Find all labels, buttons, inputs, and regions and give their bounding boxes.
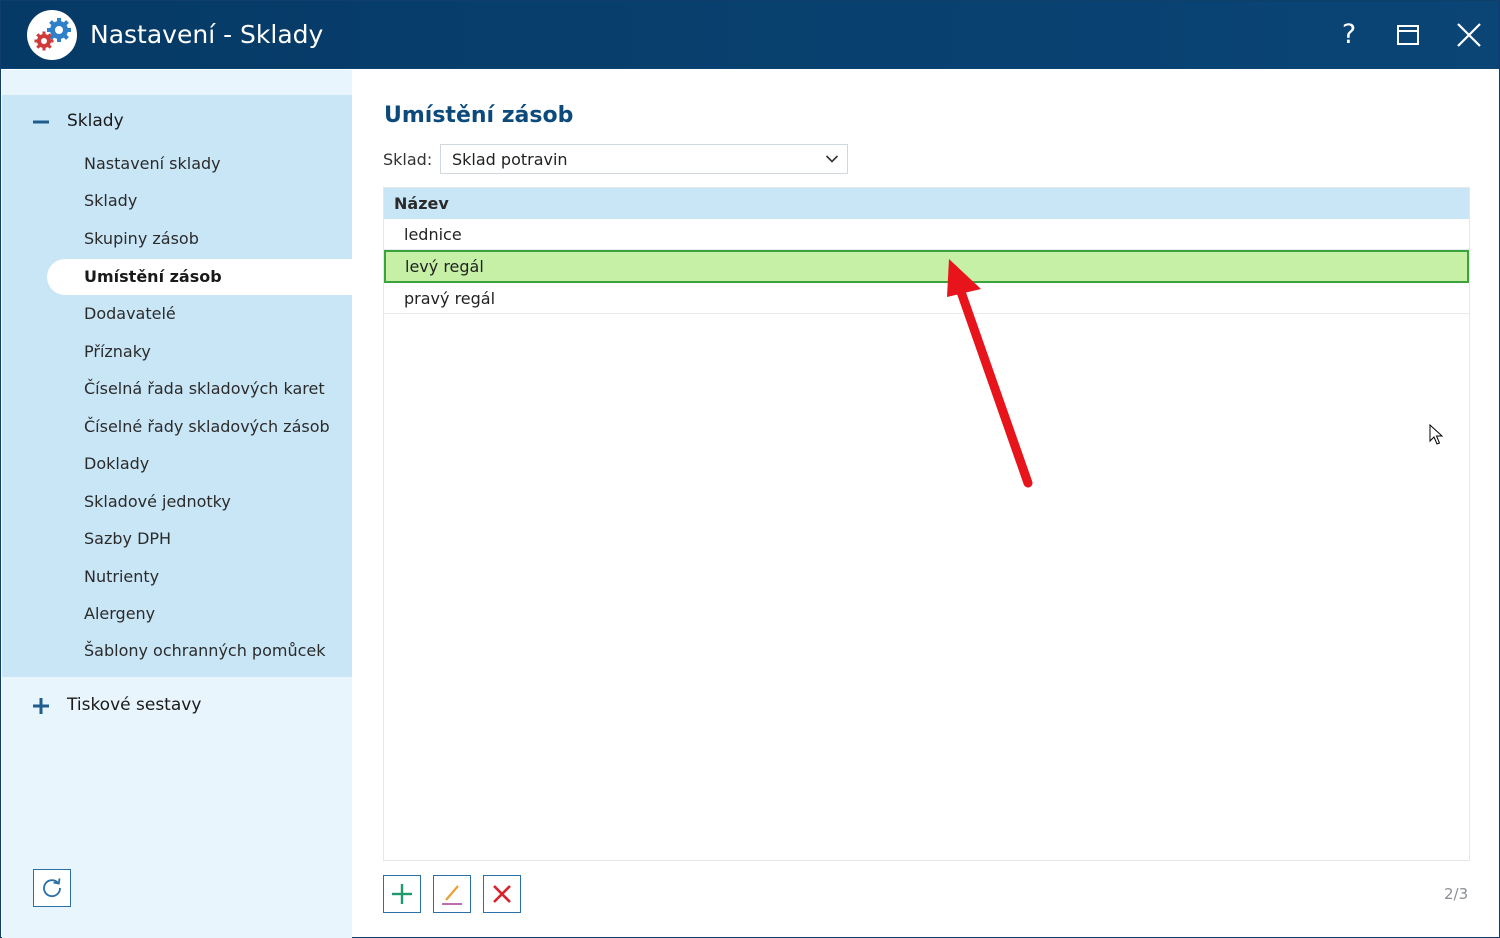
help-icon: ? [1341, 19, 1357, 50]
sidebar-item-label: Nutrienty [84, 567, 160, 586]
close-button[interactable] [1449, 15, 1489, 55]
refresh-button[interactable] [33, 869, 71, 907]
sidebar: Sklady Nastavení sklady Sklady Skupiny z… [2, 70, 352, 938]
sidebar-item-label: Doklady [84, 454, 150, 473]
sidebar-item-label: Sazby DPH [84, 529, 172, 548]
sklad-select[interactable]: Sklad potravin [440, 144, 848, 174]
maximize-button[interactable] [1388, 15, 1428, 55]
annotation-arrow-icon [947, 259, 1033, 488]
sidebar-item-dodavatele[interactable]: Dodavatelé [47, 296, 352, 332]
refresh-icon [43, 878, 61, 898]
chevron-down-icon [825, 155, 839, 163]
main-panel: Umístění zásob Sklad: Sklad potravin Náz… [352, 70, 1499, 938]
sidebar-item-sablony-pomucek[interactable]: Šablony ochranných pomůcek [47, 633, 352, 669]
table-row[interactable]: lednice [384, 219, 1469, 250]
window-title: Nastavení - Sklady [90, 20, 324, 49]
pager: 2/3 [1444, 885, 1469, 903]
sidebar-item-label: Sklady [84, 191, 138, 210]
sidebar-item-label: Nastavení sklady [84, 154, 221, 173]
sidebar-item-nutrienty[interactable]: Nutrienty [47, 559, 352, 595]
sidebar-item-sklady[interactable]: Sklady [47, 183, 352, 219]
help-button[interactable]: ? [1329, 15, 1369, 55]
close-icon [1457, 23, 1481, 47]
table-row-selected[interactable]: levý regál [384, 250, 1469, 283]
group-label: Sklady [67, 111, 124, 131]
sidebar-item-ciselne-rady-zasob[interactable]: Číselné řady skladových zásob [47, 409, 352, 445]
gears-icon [27, 10, 77, 60]
plus-icon[interactable] [32, 697, 50, 715]
sidebar-item-label: Šablony ochranných pomůcek [84, 641, 326, 660]
edit-button[interactable] [433, 875, 471, 913]
sklad-label: Sklad: [383, 150, 433, 169]
column-header-label: Název [394, 194, 449, 213]
row-name: pravý regál [404, 289, 496, 308]
sidebar-item-skladove-jednotky[interactable]: Skladové jednotky [47, 484, 352, 520]
settings-window: Nastavení - Sklady ? Sklady Nastavení sk… [0, 0, 1500, 938]
maximize-icon [1397, 25, 1419, 45]
sidebar-item-sazby-dph[interactable]: Sazby DPH [47, 521, 352, 557]
sidebar-item-doklady[interactable]: Doklady [47, 446, 352, 482]
page-title: Umístění zásob [384, 103, 574, 128]
group-label: Tiskové sestavy [67, 695, 202, 715]
sklad-select-value: Sklad potravin [452, 150, 568, 169]
sidebar-group-sklady: Sklady Nastavení sklady Sklady Skupiny z… [2, 95, 352, 677]
sidebar-item-label: Umístění zásob [84, 267, 222, 286]
sidebar-item-nastaveni-sklady[interactable]: Nastavení sklady [47, 146, 352, 182]
group-header-tiskove-sestavy[interactable]: Tiskové sestavy [2, 685, 352, 725]
sidebar-item-label: Příznaky [84, 342, 151, 361]
pencil-icon [442, 885, 462, 905]
x-icon [493, 885, 511, 903]
mouse-pointer-icon [1429, 424, 1443, 445]
row-name: lednice [404, 225, 462, 244]
plus-icon [392, 884, 412, 904]
sidebar-item-label: Dodavatelé [84, 304, 176, 323]
row-name: levý regál [405, 257, 484, 276]
column-header-nazev[interactable]: Název [384, 188, 1469, 219]
add-button[interactable] [383, 875, 421, 913]
title-bar[interactable]: Nastavení - Sklady ? [1, 1, 1499, 69]
sidebar-item-skupiny-zasob[interactable]: Skupiny zásob [47, 221, 352, 257]
group-header-sklady[interactable]: Sklady [2, 101, 352, 141]
locations-table: Název lednice levý regál pravý regál [383, 187, 1470, 861]
sidebar-item-alergeny[interactable]: Alergeny [47, 596, 352, 632]
minus-icon[interactable] [32, 113, 50, 131]
table-row[interactable]: pravý regál [384, 283, 1469, 314]
sidebar-item-ciselna-rada-karet[interactable]: Číselná řada skladových karet [47, 371, 352, 407]
sidebar-item-label: Skladové jednotky [84, 492, 231, 511]
sidebar-item-label: Číselná řada skladových karet [84, 379, 325, 398]
sidebar-item-label: Skupiny zásob [84, 229, 199, 248]
sidebar-item-umisteni-zasob[interactable]: Umístění zásob [47, 259, 352, 295]
delete-button[interactable] [483, 875, 521, 913]
sidebar-item-label: Alergeny [84, 604, 156, 623]
sidebar-item-priznaky[interactable]: Příznaky [47, 334, 352, 370]
sidebar-item-label: Číselné řady skladových zásob [84, 417, 330, 436]
